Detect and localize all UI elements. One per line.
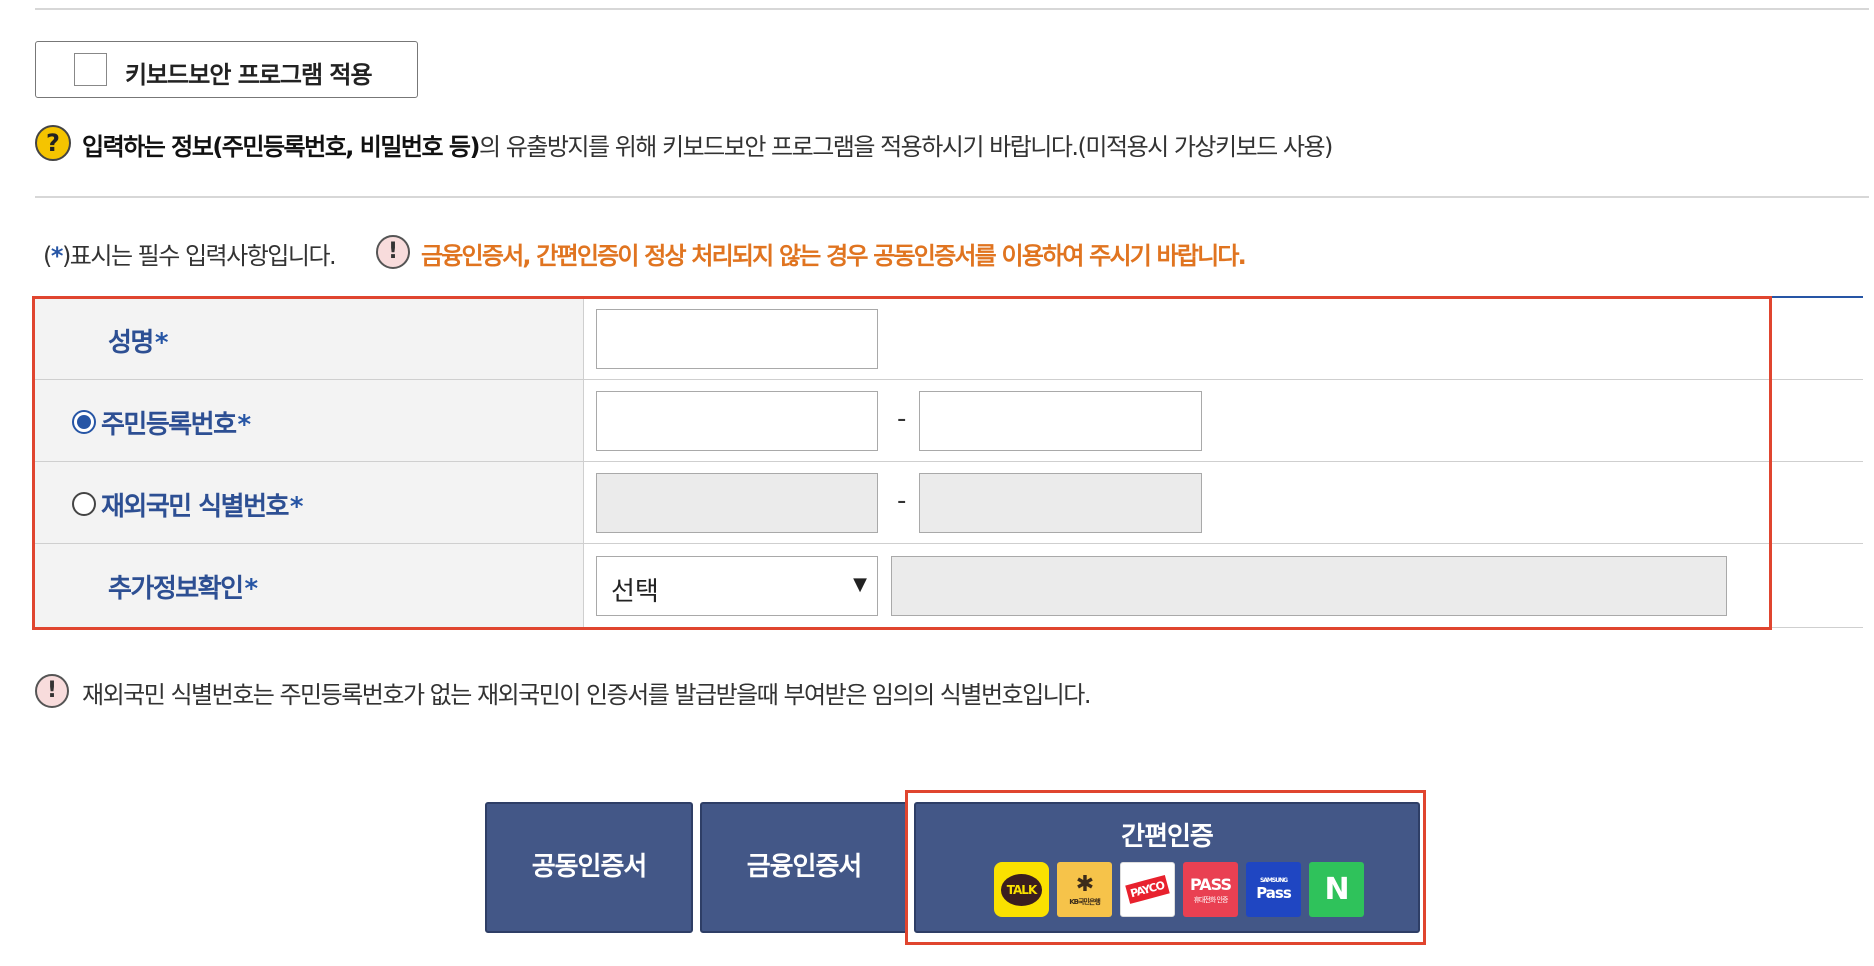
samsung-pass-logo-text: Pass [1256, 884, 1292, 902]
pass-logo-subtext: 휴대전화 인증 [1193, 895, 1229, 904]
row-extra-info: 추가정보확인* 선택 ▼ [35, 544, 1863, 628]
finance-cert-button[interactable]: 금융인증서 [700, 802, 908, 933]
rrn-radio[interactable] [72, 410, 96, 434]
naver-logo-icon: N [1309, 862, 1364, 917]
foreign-id-note: 재외국민 식별번호는 주민등록번호가 없는 재외국민이 인증서를 발급받을때 부… [82, 681, 1091, 709]
identity-form: 성명* 주민등록번호* - 재외국민 식별번호* - 추가정보확인* 선택 ▼ [35, 298, 1863, 628]
rrn-back-input[interactable] [919, 391, 1202, 451]
foreign-id-front-input[interactable] [596, 473, 878, 533]
joint-cert-label: 공동인증서 [531, 852, 648, 882]
top-divider [35, 8, 1869, 10]
kb-bank-logo-icon: ✱ KB국민은행 [1057, 862, 1112, 917]
required-note-open: ( [43, 242, 52, 270]
cert-warning-text: 금융인증서, 간편인증이 정상 처리되지 않는 경우 공동인증서를 이용하여 주… [421, 242, 1247, 270]
foreign-id-dash: - [897, 486, 907, 516]
name-input[interactable] [596, 309, 878, 369]
required-note-text: )표시는 필수 입력사항입니다. [61, 242, 337, 270]
row-name: 성명* [35, 298, 1863, 380]
kb-logo-text: KB국민은행 [1069, 897, 1101, 906]
samsung-pass-logo-icon: SAMSUNG Pass [1246, 862, 1301, 917]
required-star: * [289, 492, 304, 522]
label-cell-foreign: 재외국민 식별번호* [35, 462, 584, 543]
extra-info-select[interactable]: 선택 ▼ [596, 556, 878, 616]
keyboard-notice-bold: 입력하는 정보(주민등록번호, 비밀번호 등) [82, 133, 480, 161]
kb-star-glyph: ✱ [1075, 871, 1094, 897]
pass-logo-text: PASS [1190, 874, 1232, 894]
extra-info-select-value: 선택 [611, 577, 659, 607]
keyboard-security-checkbox[interactable] [74, 53, 107, 86]
section-divider [35, 196, 1869, 198]
joint-cert-button[interactable]: 공동인증서 [485, 802, 693, 933]
naver-logo-text: N [1324, 872, 1349, 907]
chevron-down-icon: ▼ [853, 574, 867, 595]
simple-auth-logos: TALK ✱ KB국민은행 PAYCO PASS 휴대전화 인증 SAMSUNG… [994, 862, 1364, 918]
finance-cert-label: 금융인증서 [746, 852, 863, 882]
name-label: 성명* [108, 322, 169, 359]
keyboard-security-label: 키보드보안 프로그램 적용 [125, 61, 373, 89]
keyboard-security-toggle[interactable]: 키보드보안 프로그램 적용 [35, 41, 418, 98]
simple-auth-button[interactable]: 간편인증 TALK ✱ KB국민은행 PAYCO PASS 휴대전화 인증 SA… [914, 802, 1420, 933]
required-star: * [154, 328, 169, 358]
extra-info-label-text: 추가정보확인 [108, 574, 244, 604]
required-note: (*)표시는 필수 입력사항입니다. [43, 236, 337, 271]
simple-auth-label: 간편인증 [1121, 822, 1214, 852]
samsung-logo-text: SAMSUNG [1259, 877, 1288, 884]
row-foreign-id: 재외국민 식별번호* - [35, 462, 1863, 544]
pass-logo-icon: PASS 휴대전화 인증 [1183, 862, 1238, 917]
required-star: * [237, 410, 252, 440]
foreign-id-label-text: 재외국민 식별번호 [101, 492, 289, 522]
name-label-text: 성명 [108, 328, 154, 358]
keyboard-notice: 입력하는 정보(주민등록번호, 비밀번호 등)의 유출방지를 위해 키보드보안 … [82, 127, 1333, 162]
label-cell-extra: 추가정보확인* [35, 544, 584, 627]
kakao-logo-text: TALK [1000, 873, 1043, 906]
rrn-label-text: 주민등록번호 [101, 410, 237, 440]
foreign-id-back-input[interactable] [919, 473, 1202, 533]
rrn-dash: - [897, 404, 907, 434]
required-star: * [244, 574, 259, 604]
exclamation-icon: ! [376, 235, 410, 269]
exclamation-icon: ! [35, 674, 69, 708]
rrn-front-input[interactable] [596, 391, 878, 451]
question-icon: ? [35, 125, 71, 161]
payco-logo-text: PAYCO [1125, 875, 1170, 904]
rrn-label: 주민등록번호* [101, 404, 252, 441]
keyboard-notice-rest: 의 유출방지를 위해 키보드보안 프로그램을 적용하시기 바랍니다.(미적용시 … [478, 133, 1333, 161]
kakaotalk-logo-icon: TALK [994, 862, 1049, 917]
payco-logo-icon: PAYCO [1120, 862, 1175, 917]
extra-info-label: 추가정보확인* [108, 568, 259, 605]
required-star: * [50, 242, 64, 270]
foreign-id-label: 재외국민 식별번호* [101, 486, 304, 523]
extra-info-input[interactable] [891, 556, 1727, 616]
label-cell-rrn: 주민등록번호* [35, 380, 584, 461]
foreign-id-radio[interactable] [72, 492, 96, 516]
row-rrn: 주민등록번호* - [35, 380, 1863, 462]
label-cell-name: 성명* [35, 298, 584, 379]
